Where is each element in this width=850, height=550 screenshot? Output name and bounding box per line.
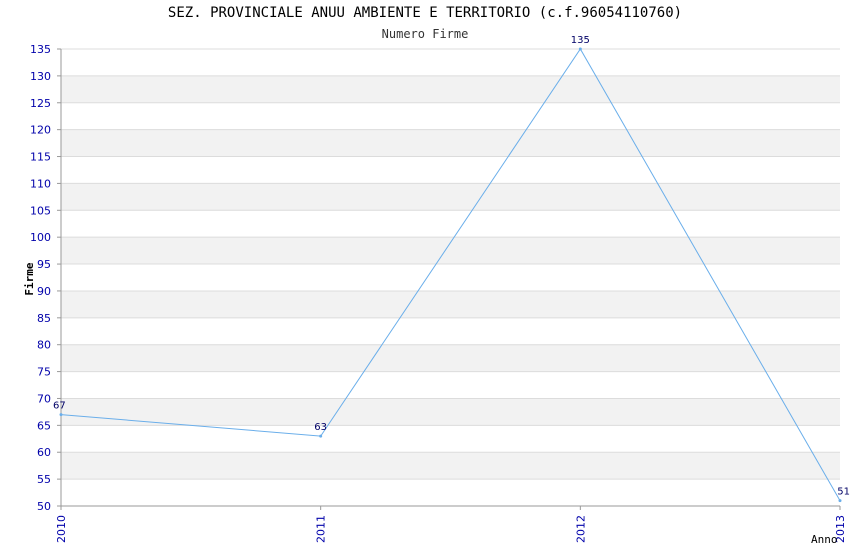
grid-band bbox=[61, 479, 840, 506]
y-tick-label: 60 bbox=[37, 446, 51, 459]
y-tick-label: 70 bbox=[37, 392, 51, 405]
grid-band bbox=[61, 129, 840, 157]
grid-band bbox=[61, 344, 840, 372]
y-tick-label: 135 bbox=[30, 43, 51, 56]
y-tick-label: 115 bbox=[30, 151, 51, 164]
grid-band bbox=[61, 210, 840, 238]
grid-band bbox=[61, 290, 840, 318]
grid-bands bbox=[61, 49, 840, 506]
y-tick-label: 75 bbox=[37, 366, 51, 379]
data-point bbox=[578, 47, 582, 51]
grid-band bbox=[61, 425, 840, 453]
data-label: 135 bbox=[571, 35, 590, 46]
y-tick-label: 90 bbox=[37, 285, 51, 298]
y-tick-label: 85 bbox=[37, 312, 51, 325]
data-point bbox=[319, 434, 323, 438]
grid-band bbox=[61, 156, 840, 184]
x-tick-label: 2012 bbox=[574, 515, 587, 543]
grid-band bbox=[61, 317, 840, 345]
x-tick-labels: 2010 2011 2012 2013 bbox=[55, 515, 847, 543]
grid-band bbox=[61, 102, 840, 130]
data-label: 67 bbox=[53, 401, 66, 412]
line-chart: 50 55 60 65 70 75 80 85 90 95 100 105 110 115 120 125 13… bbox=[23, 35, 850, 546]
y-tick-label: 110 bbox=[30, 177, 51, 190]
y-tick-label: 120 bbox=[30, 124, 51, 137]
y-tick-label: 125 bbox=[30, 97, 51, 110]
y-tick-label: 105 bbox=[30, 204, 51, 217]
grid-band bbox=[61, 452, 840, 480]
grid-band bbox=[61, 237, 840, 265]
data-point bbox=[838, 499, 842, 503]
grid-band bbox=[61, 75, 840, 103]
y-tick-label: 80 bbox=[37, 339, 51, 352]
grid-band bbox=[61, 398, 840, 426]
grid-band bbox=[61, 371, 840, 399]
grid-band bbox=[61, 183, 840, 211]
y-tick-label: 65 bbox=[37, 419, 51, 432]
data-label: 51 bbox=[837, 487, 850, 498]
grid-band bbox=[61, 264, 840, 291]
y-tick-label: 95 bbox=[37, 258, 51, 271]
data-point bbox=[59, 413, 63, 417]
y-tick-label: 50 bbox=[37, 500, 51, 513]
y-axis-label: Firme bbox=[23, 262, 36, 295]
y-tick-label: 55 bbox=[37, 473, 51, 486]
grid-band bbox=[61, 49, 840, 76]
data-label: 63 bbox=[314, 422, 327, 433]
y-tick-label: 130 bbox=[30, 70, 51, 83]
x-tick-label: 2011 bbox=[315, 515, 328, 543]
y-tick-label: 100 bbox=[30, 231, 51, 244]
x-tick-label: 2010 bbox=[55, 515, 68, 543]
x-axis-label: Anno bbox=[811, 533, 838, 546]
